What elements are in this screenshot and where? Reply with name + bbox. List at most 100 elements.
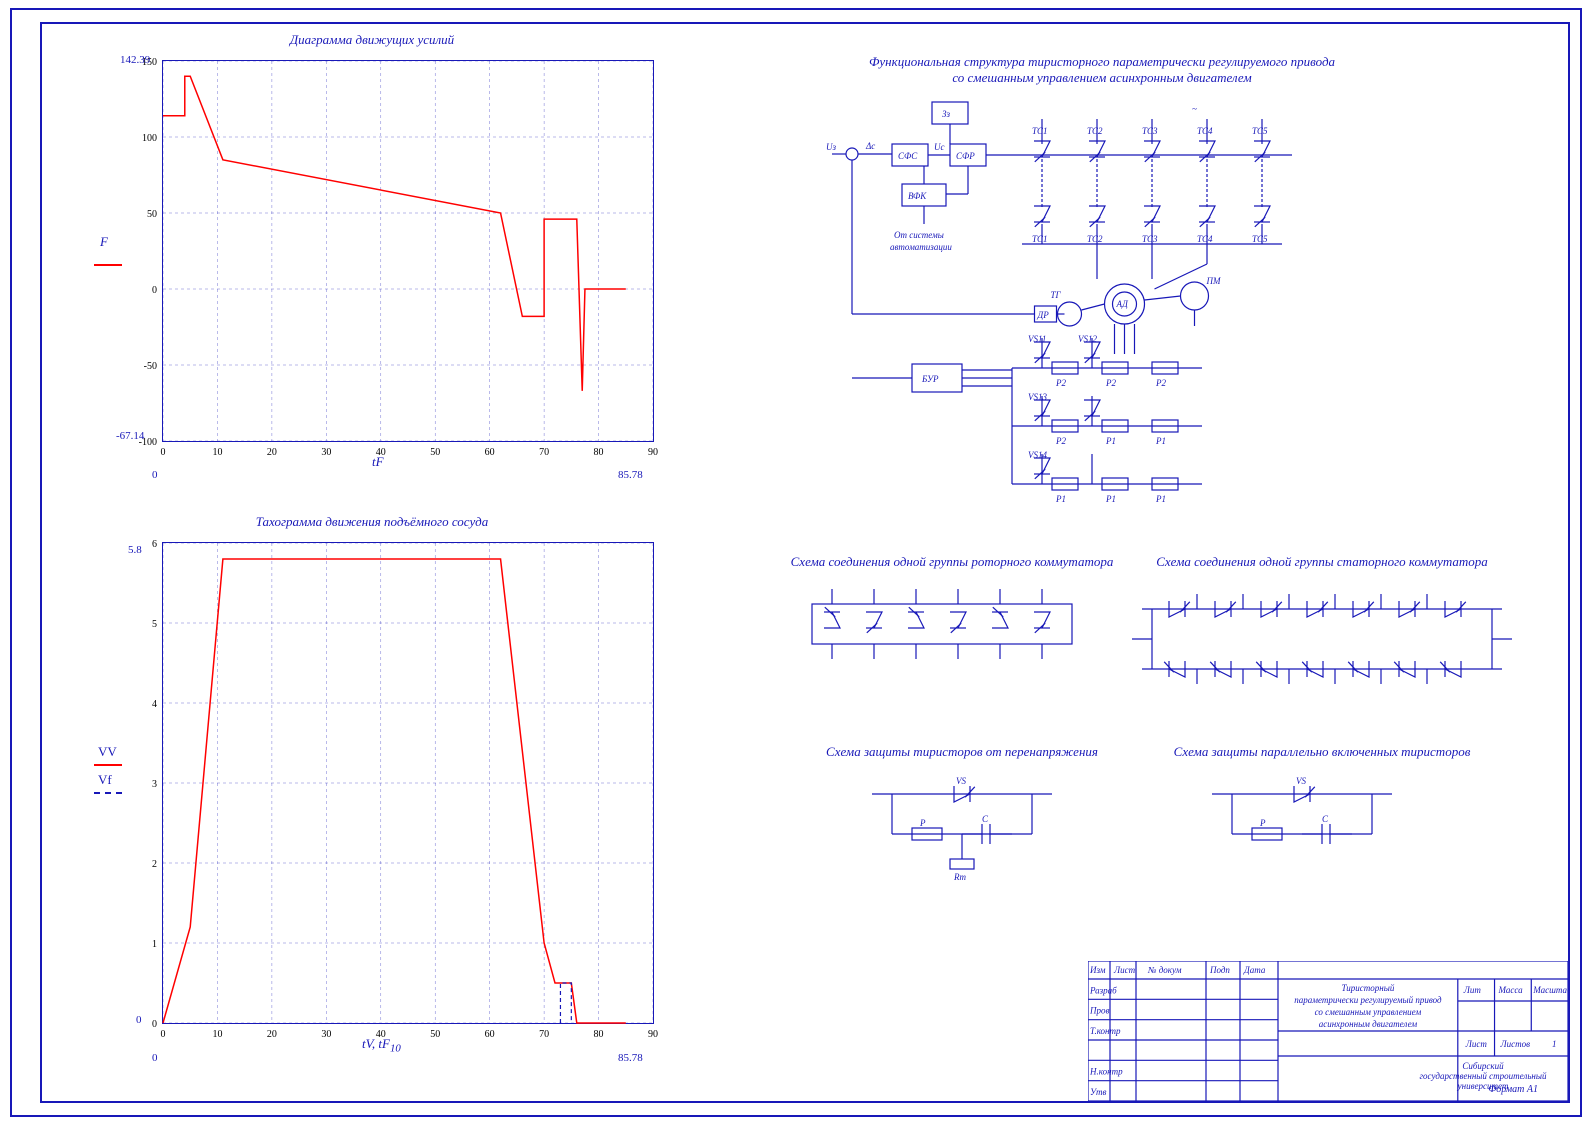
svg-text:со смешанным управлением: со смешанным управлением xyxy=(1315,1007,1422,1017)
svg-text:VS: VS xyxy=(1296,776,1306,786)
svg-text:Uс: Uс xyxy=(934,142,945,152)
main-title-l2: со смешанным управлением асинхронным дви… xyxy=(952,70,1251,85)
svg-text:Лист: Лист xyxy=(1465,1039,1488,1049)
svg-text:Пров: Пров xyxy=(1089,1006,1109,1016)
stator-schematic xyxy=(1132,584,1512,704)
svg-text:P1: P1 xyxy=(1055,494,1066,504)
chart1-ytop-annot: 142.39 xyxy=(120,54,150,66)
svg-text:государственный строительный: государственный строительный xyxy=(1420,1071,1547,1081)
svg-text:Подп: Подп xyxy=(1209,965,1230,975)
svg-text:80: 80 xyxy=(594,1029,604,1040)
svg-text:Сибирский: Сибирский xyxy=(1462,1061,1504,1071)
svg-text:90: 90 xyxy=(648,447,658,458)
svg-text:2: 2 xyxy=(152,859,157,870)
chart1-xlabel: tF xyxy=(372,454,384,470)
svg-text:СФС: СФС xyxy=(898,151,918,161)
svg-text:Разраб: Разраб xyxy=(1089,985,1117,995)
svg-text:P2: P2 xyxy=(1155,378,1166,388)
svg-text:VS12: VS12 xyxy=(1078,334,1097,344)
main-schematic-title: Функциональная структура тиристорного па… xyxy=(822,54,1382,86)
svg-text:ТС2: ТС2 xyxy=(1087,234,1103,244)
svg-text:Листов: Листов xyxy=(1500,1039,1531,1049)
svg-text:Зз: Зз xyxy=(942,109,950,119)
chart2-ybot-annot: 0 xyxy=(136,1014,142,1026)
svg-text:Масштаб: Масштаб xyxy=(1532,985,1568,995)
svg-text:ТС5: ТС5 xyxy=(1252,234,1268,244)
title-block: ИзмЛист№ докумПодпДатаРазрабПровТ.контрН… xyxy=(1088,961,1568,1101)
svg-text:20: 20 xyxy=(267,1029,277,1040)
chart1-legend-line xyxy=(94,264,122,266)
rotor-title: Схема соединения одной группы роторного … xyxy=(782,554,1122,570)
overv-title: Схема защиты тиристоров от перенапряжени… xyxy=(802,744,1122,760)
stator-title: Схема соединения одной группы статорного… xyxy=(1132,554,1512,570)
svg-text:30: 30 xyxy=(321,447,331,458)
svg-text:0: 0 xyxy=(161,447,166,458)
svg-text:20: 20 xyxy=(267,447,277,458)
svg-text:VS11: VS11 xyxy=(1028,334,1046,344)
chart2-legend-line2 xyxy=(94,792,122,794)
svg-text:СФР: СФР xyxy=(956,151,975,161)
svg-text:C: C xyxy=(982,814,989,824)
chart2-legend-line1 xyxy=(94,764,122,766)
main-schematic-svg: UзΔсЗзСФСUсСФРВФКОт системыавтоматизации… xyxy=(822,94,1382,514)
svg-text:6: 6 xyxy=(152,539,157,550)
svg-text:50: 50 xyxy=(430,447,440,458)
svg-text:P1: P1 xyxy=(1105,494,1116,504)
chart2-xlabel: tV, tF10 xyxy=(362,1036,401,1055)
svg-text:90: 90 xyxy=(648,1029,658,1040)
chart2-plot-area: 01020304050607080900123456 xyxy=(162,542,654,1024)
svg-text:10: 10 xyxy=(212,447,222,458)
svg-text:30: 30 xyxy=(321,1029,331,1040)
svg-text:ТС4: ТС4 xyxy=(1197,234,1213,244)
svg-text:автоматизации: автоматизации xyxy=(890,242,952,252)
svg-text:10: 10 xyxy=(212,1029,222,1040)
svg-text:1: 1 xyxy=(1552,1039,1557,1049)
svg-text:ТС2: ТС2 xyxy=(1087,126,1103,136)
svg-text:От системы: От системы xyxy=(894,230,944,240)
svg-text:0: 0 xyxy=(161,1029,166,1040)
chart2-title: Тахограмма движения подъёмного сосуда xyxy=(122,514,622,530)
svg-text:Uз: Uз xyxy=(826,142,836,152)
svg-text:ДР: ДР xyxy=(1037,310,1050,320)
parallel-title: Схема защиты параллельно включенных тири… xyxy=(1142,744,1502,760)
chart1-title: Диаграмма движущих усилий xyxy=(122,32,622,48)
svg-text:~: ~ xyxy=(1192,104,1197,114)
svg-text:P2: P2 xyxy=(1105,378,1116,388)
chart1-xright-annot: 85.78 xyxy=(618,469,643,481)
svg-text:Лист: Лист xyxy=(1113,965,1136,975)
svg-text:ТС3: ТС3 xyxy=(1142,234,1158,244)
svg-text:Дата: Дата xyxy=(1243,965,1266,975)
svg-text:3: 3 xyxy=(152,779,157,790)
chart2-xlabel-text: tV, tF xyxy=(362,1036,390,1051)
main-schematic: UзΔсЗзСФСUсСФРВФКОт системыавтоматизации… xyxy=(822,94,1382,514)
chart1-ylabel: F xyxy=(100,234,108,250)
parallel-schematic: VS P C xyxy=(1202,774,1402,884)
svg-text:ТС4: ТС4 xyxy=(1197,126,1213,136)
svg-text:1: 1 xyxy=(152,939,157,950)
chart2-legend-vv: VV xyxy=(98,744,117,760)
svg-text:асинхронным двигателем: асинхронным двигателем xyxy=(1319,1019,1418,1029)
svg-text:4: 4 xyxy=(152,699,157,710)
svg-text:5: 5 xyxy=(152,619,157,630)
chart2-xright-annot: 85.78 xyxy=(618,1052,643,1064)
svg-text:параметрически регулируемый пр: параметрически регулируемый привод xyxy=(1294,995,1442,1005)
svg-text:№ докум: № докум xyxy=(1147,965,1182,975)
svg-text:P: P xyxy=(1259,818,1266,828)
inner-frame: Диаграмма движущих усилий 01020304050607… xyxy=(40,22,1570,1103)
svg-text:ТС1: ТС1 xyxy=(1032,126,1048,136)
svg-text:70: 70 xyxy=(539,1029,549,1040)
svg-text:ТС5: ТС5 xyxy=(1252,126,1268,136)
svg-text:100: 100 xyxy=(142,133,157,144)
svg-text:АД: АД xyxy=(1116,299,1130,309)
svg-text:50: 50 xyxy=(430,1029,440,1040)
chart2-legend-vf: Vf xyxy=(98,772,112,788)
svg-text:P1: P1 xyxy=(1155,494,1166,504)
svg-text:Изм: Изм xyxy=(1089,965,1106,975)
svg-text:ПМ: ПМ xyxy=(1206,276,1221,286)
svg-text:VS14: VS14 xyxy=(1028,450,1047,460)
svg-text:Тиристорный: Тиристорный xyxy=(1341,983,1394,993)
svg-text:C: C xyxy=(1322,814,1329,824)
overv-schematic: VSPCRт xyxy=(862,774,1062,884)
svg-text:60: 60 xyxy=(485,1029,495,1040)
svg-text:Т.контр: Т.контр xyxy=(1090,1026,1121,1036)
